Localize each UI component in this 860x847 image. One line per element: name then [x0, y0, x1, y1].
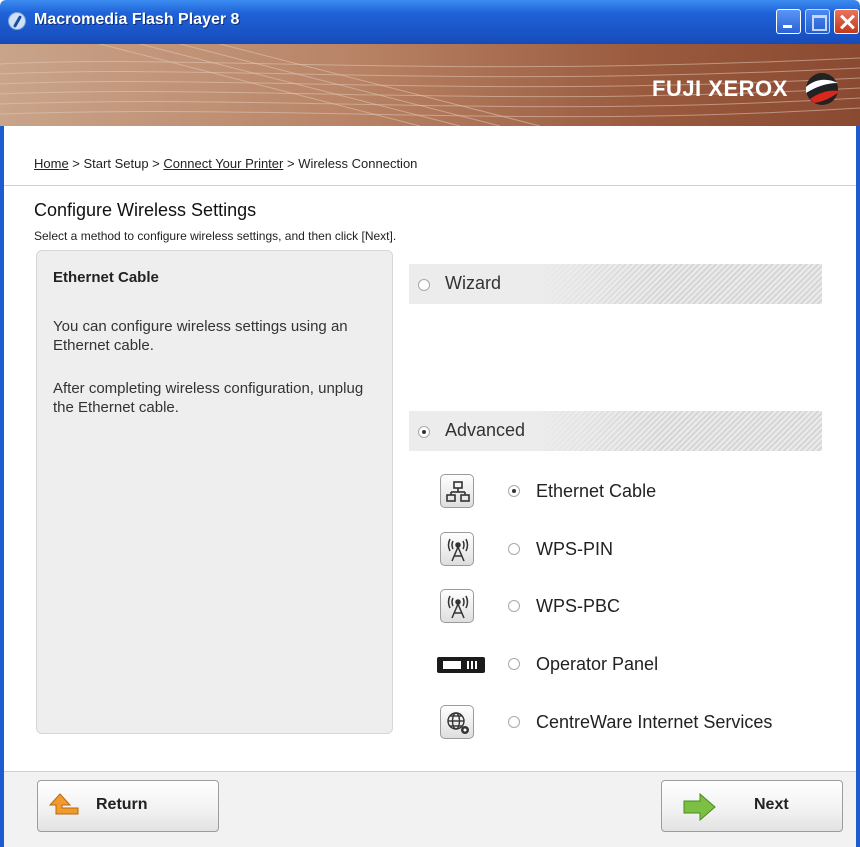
wireless-antenna-icon: [440, 589, 474, 623]
next-button[interactable]: Next: [661, 780, 843, 832]
breadcrumb-separator: >: [148, 156, 164, 171]
maximize-button[interactable]: [805, 9, 830, 34]
ethernet-cable-option[interactable]: Ethernet Cable: [440, 474, 840, 510]
next-label: Next: [754, 796, 789, 813]
globe-gear-icon: [440, 705, 474, 739]
network-icon: [440, 474, 474, 508]
fuji-xerox-logo-text: FUJI XEROX: [652, 76, 788, 101]
description-paragraph: After completing wireless configuration,…: [53, 380, 364, 416]
fuji-xerox-logo-icon: [806, 73, 840, 105]
page-subtitle: Select a method to configure wireless se…: [34, 229, 397, 243]
breadcrumb-separator: >: [283, 156, 299, 171]
wizard-radio[interactable]: [418, 279, 430, 291]
centreware-label: CentreWare Internet Services: [536, 712, 773, 732]
return-label: Return: [96, 796, 148, 813]
wireless-antenna-icon: [440, 532, 474, 566]
operator-panel-label: Operator Panel: [536, 654, 659, 674]
window-border-left: [0, 126, 4, 847]
description-title: Ethernet Cable: [53, 269, 159, 286]
close-button[interactable]: [834, 9, 859, 34]
next-arrow-icon: [683, 792, 716, 822]
operator-panel-icon: [437, 657, 485, 673]
wizard-label: Wizard: [445, 273, 502, 293]
operator-panel-radio[interactable]: [508, 658, 520, 670]
breadcrumb: Home > Start Setup > Connect Your Printe…: [34, 156, 417, 171]
breadcrumb-current: Wireless Connection: [298, 156, 418, 171]
window-title: Macromedia Flash Player 8: [34, 11, 240, 28]
return-button[interactable]: Return: [37, 780, 219, 832]
ethernet-cable-label: Ethernet Cable: [536, 481, 657, 501]
breadcrumb-start-setup: Start Setup: [83, 156, 149, 171]
operator-panel-option[interactable]: Operator Panel: [437, 647, 840, 683]
advanced-label: Advanced: [445, 420, 526, 440]
wps-pbc-label: WPS-PBC: [536, 596, 621, 616]
centreware-radio[interactable]: [508, 716, 520, 728]
breadcrumb-connect-printer-link[interactable]: Connect Your Printer: [163, 156, 283, 171]
advanced-option[interactable]: Advanced: [409, 411, 822, 451]
page-title: Configure Wireless Settings: [34, 200, 257, 220]
divider: [4, 185, 856, 186]
advanced-radio[interactable]: [418, 426, 430, 438]
centreware-option[interactable]: CentreWare Internet Services: [440, 705, 840, 741]
ethernet-cable-radio[interactable]: [508, 485, 520, 497]
window-titlebar[interactable]: Macromedia Flash Player 8: [0, 0, 860, 44]
wps-pin-radio[interactable]: [508, 543, 520, 555]
wizard-option[interactable]: Wizard: [409, 264, 822, 304]
breadcrumb-separator: >: [68, 156, 84, 171]
wps-pbc-option[interactable]: WPS-PBC: [440, 589, 840, 625]
minimize-button[interactable]: [776, 9, 801, 34]
wps-pin-option[interactable]: WPS-PIN: [440, 532, 840, 568]
return-arrow-icon: [48, 793, 79, 815]
window-border-right: [856, 126, 860, 847]
wps-pin-label: WPS-PIN: [536, 539, 614, 559]
breadcrumb-home-link[interactable]: Home: [34, 156, 69, 171]
flash-player-icon: [8, 12, 26, 30]
description-paragraph: You can configure wireless settings usin…: [53, 318, 348, 354]
description-panel: Ethernet Cable You can configure wireles…: [36, 250, 393, 734]
brand-banner: FUJI XEROX: [0, 44, 860, 126]
wps-pbc-radio[interactable]: [508, 600, 520, 612]
